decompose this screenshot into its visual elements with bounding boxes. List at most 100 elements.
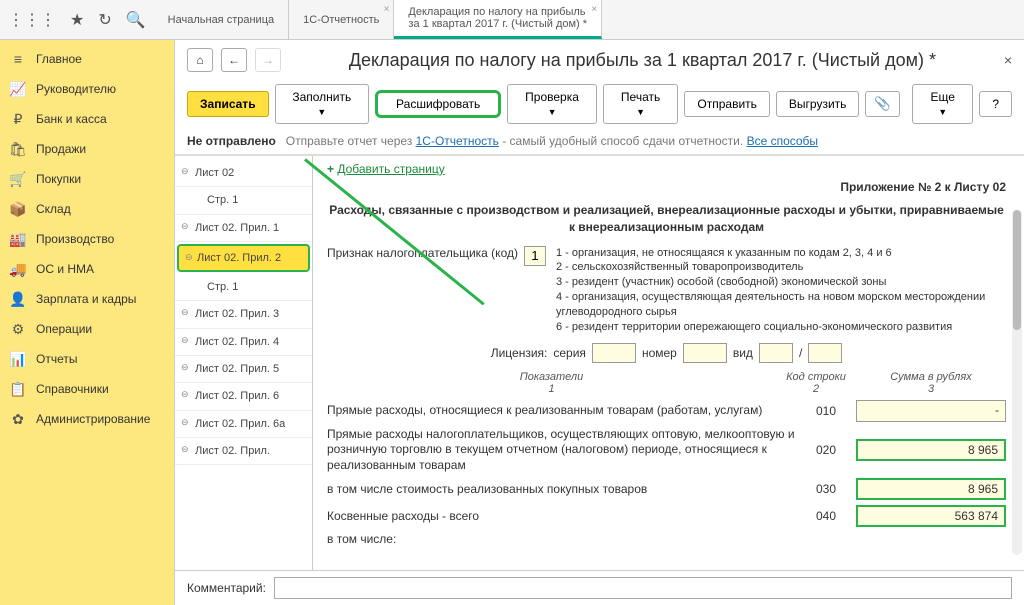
decrypt-button[interactable]: Расшифровать	[375, 90, 501, 118]
scroll-thumb[interactable]	[1013, 210, 1021, 330]
print-button[interactable]: Печать ▼	[603, 84, 679, 124]
header: ⌂ ← → Декларация по налогу на прибыль за…	[175, 40, 1024, 80]
footer: Комментарий:	[175, 570, 1024, 605]
collapse-icon[interactable]: ⊖	[181, 221, 189, 233]
sidebar-item-catalogs[interactable]: 📋Справочники	[0, 374, 174, 404]
close-icon[interactable]: ×	[591, 4, 597, 15]
save-button[interactable]: Записать	[187, 91, 269, 117]
link-all-methods[interactable]: Все способы	[747, 134, 819, 148]
tab-home[interactable]: Начальная страница	[154, 0, 289, 39]
star-icon[interactable]: ★	[70, 10, 84, 30]
sidebar-item-manager[interactable]: 📈Руководителю	[0, 74, 174, 104]
row-value[interactable]: -	[856, 400, 1006, 422]
row-desc: Прямые расходы, относящиеся к реализован…	[327, 403, 796, 419]
sidebar-item-reports[interactable]: 📊Отчеты	[0, 344, 174, 374]
more-button[interactable]: Еще ▼	[912, 84, 973, 124]
data-rows: Прямые расходы, относящиеся к реализован…	[327, 400, 1006, 548]
send-button[interactable]: Отправить	[684, 91, 770, 117]
row-desc: в том числе:	[327, 532, 958, 548]
collapse-icon[interactable]: ⊖	[181, 444, 189, 456]
status-label: Не отправлено	[187, 134, 276, 148]
fill-button[interactable]: Заполнить ▼	[275, 84, 369, 124]
comment-label: Комментарий:	[187, 581, 266, 595]
sheet-tree: ⊖Лист 02 Стр. 1 ⊖Лист 02. Прил. 1 ⊖Лист …	[175, 156, 313, 570]
data-row: Прямые расходы, относящиеся к реализован…	[327, 400, 1006, 422]
sidebar-item-main[interactable]: ≡Главное	[0, 44, 174, 74]
help-button[interactable]: ?	[979, 91, 1012, 117]
tree-item[interactable]: ⊖Лист 02. Прил. 6а	[175, 411, 312, 438]
tree-item[interactable]: ⊖Лист 02. Прил.	[175, 438, 312, 465]
row-desc: Косвенные расходы - всего	[327, 509, 796, 525]
add-page-link[interactable]: + Добавить страницу	[327, 162, 445, 176]
chevron-down-icon: ▼	[317, 107, 326, 117]
columns-header: Показатели1 Код строки2 Сумма в рублях3	[327, 371, 1006, 395]
tree-item[interactable]: ⊖Лист 02. Прил. 1	[175, 215, 312, 242]
tree-item[interactable]: ⊖Лист 02. Прил. 5	[175, 356, 312, 383]
license-row: Лицензия: серия номер вид /	[327, 343, 1006, 363]
collapse-icon[interactable]: ⊖	[181, 307, 189, 319]
sidebar-item-assets[interactable]: 🚚ОС и НМА	[0, 254, 174, 284]
close-icon[interactable]: ×	[1004, 52, 1012, 68]
sign-code-input[interactable]	[524, 246, 546, 266]
tree-item[interactable]: ⊖Лист 02. Прил. 3	[175, 301, 312, 328]
section-title: Расходы, связанные с производством и реа…	[327, 202, 1006, 236]
collapse-icon[interactable]: ⊖	[185, 252, 193, 264]
link-1c-reporting[interactable]: 1С-Отчетность	[416, 134, 499, 148]
collapse-icon[interactable]: ⊖	[181, 389, 189, 401]
sidebar-item-sales[interactable]: 🛍Продажи	[0, 134, 174, 164]
home-button[interactable]: ⌂	[187, 48, 213, 72]
sidebar-item-admin[interactable]: ✿Администрирование	[0, 404, 174, 434]
sidebar-item-hr[interactable]: 👤Зарплата и кадры	[0, 284, 174, 314]
close-icon[interactable]: ×	[384, 4, 390, 15]
sidebar-item-operations[interactable]: ⚙Операции	[0, 314, 174, 344]
row-value[interactable]: 8 965	[856, 478, 1006, 500]
history-icon[interactable]: ↻	[98, 10, 111, 30]
license-extra-input[interactable]	[808, 343, 842, 363]
factory-icon: 🏭	[10, 231, 26, 247]
collapse-icon[interactable]: ⊖	[181, 166, 189, 178]
collapse-icon[interactable]: ⊖	[181, 362, 189, 374]
code-descriptions: 1 - организация, не относящаяся к указан…	[556, 246, 1006, 335]
license-serie-input[interactable]	[592, 343, 636, 363]
sign-label: Признак налогоплательщика (код)	[327, 246, 518, 260]
list-icon: 📋	[10, 381, 26, 397]
row-value[interactable]: 8 965	[856, 439, 1006, 461]
apps-icon[interactable]: ⋮⋮⋮	[8, 10, 56, 30]
chart-icon: 📈	[10, 81, 26, 97]
topbar-icons: ⋮⋮⋮ ★ ↻ 🔍	[0, 0, 154, 39]
search-icon[interactable]: 🔍	[126, 10, 146, 30]
sidebar-item-warehouse[interactable]: 📦Склад	[0, 194, 174, 224]
tree-item-selected[interactable]: ⊖Лист 02. Прил. 2	[177, 244, 310, 272]
check-button[interactable]: Проверка ▼	[507, 84, 597, 124]
tab-declaration[interactable]: Декларация по налогу на прибыль за 1 ква…	[394, 0, 602, 39]
cart-icon: 🛒	[10, 171, 26, 187]
attach-button[interactable]: 📎	[865, 91, 900, 117]
back-button[interactable]: ←	[221, 48, 247, 72]
sidebar-item-bank[interactable]: ₽Банк и касса	[0, 104, 174, 134]
person-icon: 👤	[10, 291, 26, 307]
scrollbar[interactable]	[1012, 210, 1022, 555]
export-button[interactable]: Выгрузить	[776, 91, 860, 117]
tree-item[interactable]: ⊖Лист 02. Прил. 6	[175, 383, 312, 410]
comment-input[interactable]	[274, 577, 1012, 599]
sidebar-item-production[interactable]: 🏭Производство	[0, 224, 174, 254]
license-number-input[interactable]	[683, 343, 727, 363]
gear-icon: ⚙	[10, 321, 26, 337]
tree-item[interactable]: ⊖Лист 02. Прил. 4	[175, 329, 312, 356]
data-row: Прямые расходы налогоплательщиков, осуще…	[327, 427, 1006, 474]
ruble-icon: ₽	[10, 111, 26, 127]
row-value[interactable]: 563 874	[856, 505, 1006, 527]
collapse-icon[interactable]: ⊖	[181, 335, 189, 347]
bag-icon: 🛍	[10, 141, 26, 157]
page-title: Декларация по налогу на прибыль за 1 ква…	[289, 50, 996, 71]
collapse-icon[interactable]: ⊖	[181, 417, 189, 429]
tree-item[interactable]: ⊖Лист 02	[175, 160, 312, 187]
license-type-input[interactable]	[759, 343, 793, 363]
sidebar-item-purchases[interactable]: 🛒Покупки	[0, 164, 174, 194]
truck-icon: 🚚	[10, 261, 26, 277]
tree-item[interactable]: Стр. 1	[175, 187, 312, 214]
forward-button[interactable]: →	[255, 48, 281, 72]
chevron-down-icon: ▼	[938, 107, 947, 117]
tab-reporting[interactable]: 1С-Отчетность×	[289, 0, 394, 39]
tree-item[interactable]: Стр. 1	[175, 274, 312, 301]
